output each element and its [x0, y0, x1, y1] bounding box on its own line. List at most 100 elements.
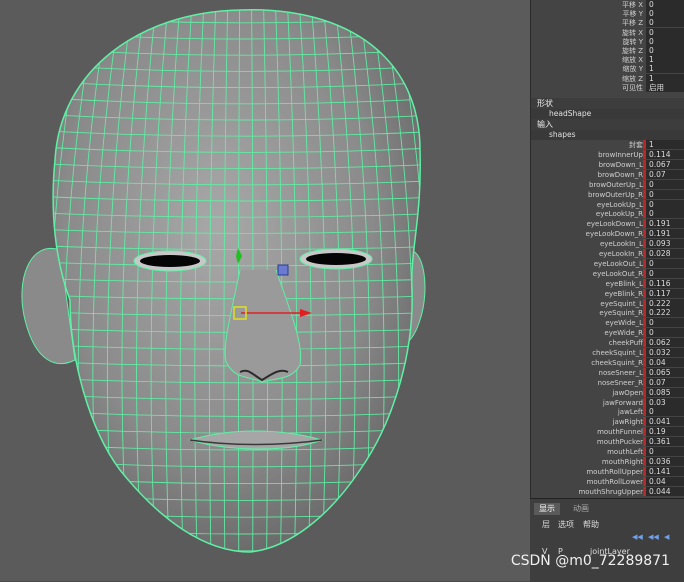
attr-row-blendshape[interactable]: browInnerUp 0.114 [531, 150, 684, 160]
attr-row-blendshape[interactable]: mouthRight 0.036 [531, 456, 684, 467]
attr-value[interactable]: 0 [646, 0, 684, 9]
attr-row-transform[interactable]: 可见性 启用 [531, 82, 684, 93]
attr-value[interactable]: 0 [646, 46, 684, 55]
attr-value[interactable]: 0 [646, 36, 684, 46]
new-layer-icon[interactable]: ◀ [664, 533, 669, 541]
layer-editor: 显示 动画 层 选项 帮助 ◀◀ ◀◀ ◀ V P jointLayer [530, 498, 684, 582]
attr-row-envelope[interactable]: 封套 1 [531, 140, 684, 150]
attr-row-blendshape[interactable]: cheekPuff 0.062 [531, 338, 684, 348]
attr-value[interactable]: 0.114 [646, 150, 684, 159]
attr-row-blendshape[interactable]: browOuterUp_L 0 [531, 179, 684, 190]
attr-value[interactable]: 0.04 [646, 357, 684, 367]
attr-row-blendshape[interactable]: eyeLookOut_R 0 [531, 268, 684, 279]
move-layer-up-icon[interactable]: ◀◀ [632, 533, 643, 541]
attr-value[interactable]: 0 [646, 18, 684, 28]
attr-value[interactable]: 0.062 [646, 338, 684, 348]
attr-value[interactable]: 0 [646, 209, 684, 219]
attr-value[interactable]: 0.067 [646, 159, 684, 169]
shape-node-name[interactable]: headShape [531, 109, 684, 119]
move-layer-down-icon[interactable]: ◀◀ [648, 533, 659, 541]
attr-row-blendshape[interactable]: eyeLookDown_L 0.191 [531, 219, 684, 229]
attr-row-blendshape[interactable]: browDown_R 0.07 [531, 169, 684, 180]
attr-value[interactable]: 0.07 [646, 377, 684, 387]
attr-value[interactable]: 0 [646, 189, 684, 199]
menu-help[interactable]: 帮助 [583, 519, 599, 530]
attr-value[interactable]: 0 [646, 199, 684, 209]
attr-value[interactable]: 0 [646, 407, 684, 417]
attr-value[interactable]: 0.116 [646, 278, 684, 288]
attr-value[interactable]: 0.04 [646, 476, 684, 486]
attr-value[interactable]: 0 [646, 268, 684, 278]
attr-row-blendshape[interactable]: jawOpen 0.085 [531, 387, 684, 398]
attr-value[interactable]: 0.07 [646, 169, 684, 179]
attr-value[interactable]: 0.361 [646, 437, 684, 447]
attr-value[interactable]: 1 [646, 55, 684, 65]
attr-value[interactable]: 0.191 [646, 229, 684, 239]
attr-value[interactable]: 0.032 [646, 348, 684, 357]
3d-viewport[interactable] [0, 0, 530, 581]
attr-value[interactable]: 0.085 [646, 387, 684, 397]
attr-value[interactable]: 0.065 [646, 367, 684, 377]
attr-row-blendshape[interactable]: mouthFunnel 0.19 [531, 427, 684, 437]
attr-value[interactable]: 0 [646, 447, 684, 456]
attr-row-blendshape[interactable]: mouthPucker 0.361 [531, 437, 684, 447]
attr-row-blendshape[interactable]: eyeWide_L 0 [531, 318, 684, 328]
attr-row-blendshape[interactable]: eyeLookIn_L 0.093 [531, 239, 684, 249]
attr-label: mouthShrugUpper [578, 487, 643, 496]
attr-row-blendshape[interactable]: eyeLookOut_L 0 [531, 258, 684, 269]
attr-value[interactable]: 0.03 [646, 397, 684, 407]
attr-value[interactable]: 0.028 [646, 249, 684, 258]
attr-row-blendshape[interactable]: eyeBlink_L 0.116 [531, 278, 684, 289]
menu-layer[interactable]: 层 [542, 519, 550, 530]
attr-row-blendshape[interactable]: cheekSquint_L 0.032 [531, 348, 684, 358]
input-node-name[interactable]: shapes [531, 130, 684, 140]
attr-value[interactable]: 0.044 [646, 486, 684, 496]
attr-label: eyeLookIn_L [599, 240, 643, 249]
attr-value[interactable]: 0.19 [646, 427, 684, 437]
attr-value[interactable]: 0 [646, 328, 684, 338]
attr-row-blendshape[interactable]: jawRight 0.041 [531, 417, 684, 427]
attr-label: cheekSquint_R [591, 358, 643, 367]
attr-value[interactable]: 0.222 [646, 298, 684, 308]
attr-value[interactable]: 0 [646, 9, 684, 19]
menu-options[interactable]: 选项 [558, 519, 574, 530]
attr-value[interactable]: 0.222 [646, 308, 684, 318]
attr-value[interactable]: 0.041 [646, 417, 684, 427]
attr-value[interactable]: 启用 [646, 82, 684, 92]
attr-row-blendshape[interactable]: browDown_L 0.067 [531, 159, 684, 170]
attr-label: eyeLookUp_R [595, 210, 643, 219]
attr-row-blendshape[interactable]: eyeLookUp_R 0 [531, 209, 684, 219]
attr-row-blendshape[interactable]: mouthRollLower 0.04 [531, 476, 684, 487]
attr-value[interactable]: 1 [646, 73, 684, 83]
attr-row-blendshape[interactable]: cheekSquint_R 0.04 [531, 357, 684, 368]
attr-row-blendshape[interactable]: noseSneer_L 0.065 [531, 367, 684, 378]
attr-value[interactable]: 0 [646, 179, 684, 189]
attr-row-blendshape[interactable]: mouthLeft 0 [531, 447, 684, 457]
attr-value[interactable]: 0 [646, 258, 684, 268]
attr-row-blendshape[interactable]: noseSneer_R 0.07 [531, 377, 684, 388]
attr-row-blendshape[interactable]: jawLeft 0 [531, 407, 684, 417]
tab-animation[interactable]: 动画 [568, 503, 594, 515]
attr-row-blendshape[interactable]: eyeLookUp_L 0 [531, 199, 684, 210]
attr-value[interactable]: 0.093 [646, 239, 684, 249]
attr-row-blendshape[interactable]: mouthShrugUpper 0.044 [531, 486, 684, 497]
attr-value[interactable]: 0.036 [646, 456, 684, 466]
attr-row-blendshape[interactable]: eyeSquint_L 0.222 [531, 298, 684, 309]
attr-row-blendshape[interactable]: jawForward 0.03 [531, 397, 684, 408]
attr-value[interactable]: 0.191 [646, 219, 684, 229]
attr-label: jawLeft [617, 408, 643, 417]
attr-row-blendshape[interactable]: eyeSquint_R 0.222 [531, 308, 684, 318]
attr-row-blendshape[interactable]: eyeLookIn_R 0.028 [531, 249, 684, 259]
attr-row-blendshape[interactable]: browOuterUp_R 0 [531, 189, 684, 200]
attr-value[interactable]: 0 [646, 27, 684, 37]
attr-row-blendshape[interactable]: eyeLookDown_R 0.191 [531, 229, 684, 239]
attr-value[interactable]: 0 [646, 318, 684, 328]
attr-row-blendshape[interactable]: eyeWide_R 0 [531, 328, 684, 338]
attr-value[interactable]: 0.141 [646, 466, 684, 476]
attr-value[interactable]: 0.117 [646, 288, 684, 298]
attr-row-blendshape[interactable]: eyeBlink_R 0.117 [531, 288, 684, 299]
attr-value[interactable]: 1 [646, 140, 684, 149]
tab-display[interactable]: 显示 [534, 503, 560, 515]
attr-value[interactable]: 1 [646, 64, 684, 74]
attr-row-blendshape[interactable]: mouthRollUpper 0.141 [531, 466, 684, 477]
